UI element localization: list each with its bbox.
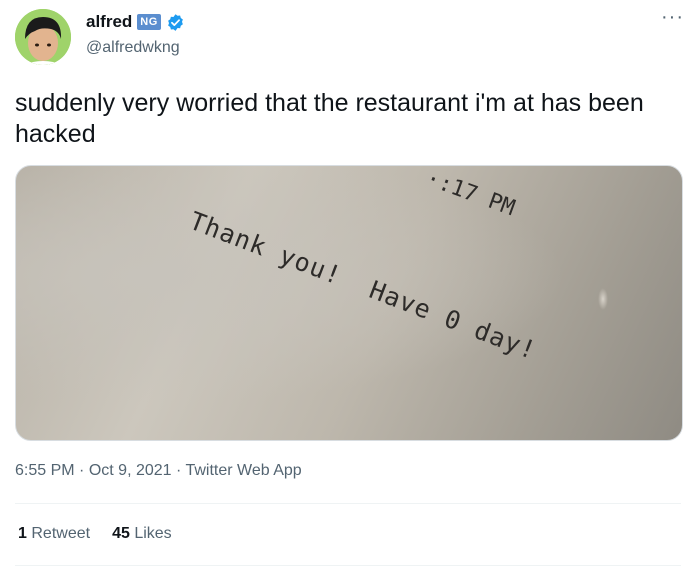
tweet-date[interactable]: Oct 9, 2021 <box>89 462 172 479</box>
likes-label: Likes <box>134 525 172 542</box>
retweets-stat[interactable]: 1 Retweet <box>18 525 90 543</box>
tweet-source[interactable]: Twitter Web App <box>185 462 301 479</box>
tweet-text: suddenly very worried that the restauran… <box>15 89 644 148</box>
likes-stat[interactable]: 45 Likes <box>112 525 172 543</box>
verified-badge-icon <box>167 13 183 31</box>
more-horizontal-icon[interactable]: ··· <box>661 7 684 27</box>
receipt-time-text: ·:17 PM <box>422 166 519 222</box>
divider <box>15 565 681 566</box>
tweet-stats: 1 Retweet 45 Likes <box>18 525 172 543</box>
tweet-photo[interactable]: ·:17 PM Thank you! Have 0 day! <box>15 165 683 441</box>
meta-separator: · <box>79 462 85 479</box>
divider <box>15 503 681 504</box>
receipt-message-text: Thank you! Have 0 day! <box>185 206 541 366</box>
display-name[interactable]: alfred <box>86 12 132 32</box>
avatar-image <box>15 9 71 65</box>
tweet-meta: 6:55 PM · Oct 9, 2021 · Twitter Web App <box>15 462 302 480</box>
avatar[interactable] <box>15 9 71 65</box>
paper-blemish <box>598 288 608 310</box>
likes-count: 45 <box>112 525 130 542</box>
author-name-row: alfred NG <box>86 12 185 32</box>
ng-badge: NG <box>137 14 161 30</box>
meta-separator: · <box>176 462 182 479</box>
retweets-count: 1 <box>18 525 27 542</box>
tweet-time[interactable]: 6:55 PM <box>15 462 75 479</box>
author-handle[interactable]: @alfredwkng <box>86 39 180 57</box>
retweets-label: Retweet <box>31 525 91 542</box>
